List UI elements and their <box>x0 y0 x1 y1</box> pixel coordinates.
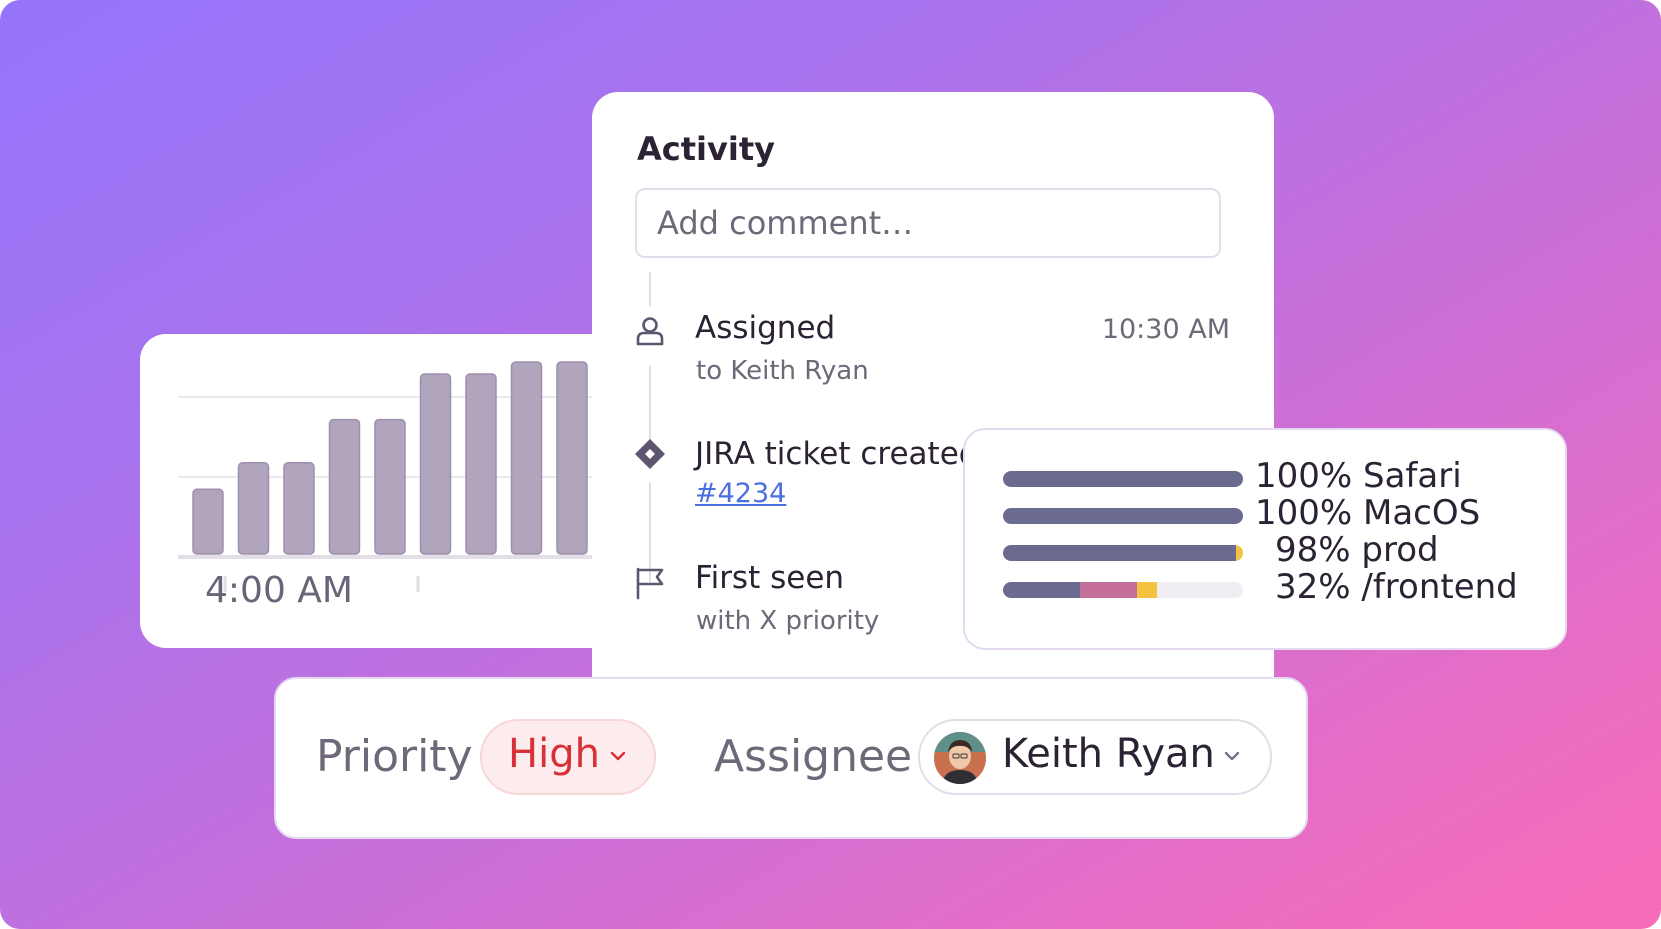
chart-bar <box>283 462 315 555</box>
timeline-connector <box>649 272 651 306</box>
assignee-value: Keith Ryan <box>1002 731 1215 777</box>
tag-bar-segment <box>1003 471 1243 487</box>
event-jira-title: JIRA ticket created <box>695 436 979 472</box>
chart-bar <box>192 488 224 555</box>
chart-x-tick-label: 4:00 AM <box>205 570 353 611</box>
chart-bar <box>328 418 361 555</box>
chevron-down-icon <box>610 751 626 761</box>
event-assigned-title: Assigned <box>695 310 836 346</box>
tag-bar-segment <box>1137 582 1157 598</box>
tag-label: 98% prod <box>1275 530 1439 570</box>
priority-dropdown[interactable]: High <box>480 719 656 795</box>
event-assigned-subtitle: to Keith Ryan <box>696 356 869 386</box>
tag-bar-segment <box>1235 545 1243 561</box>
tag-distribution-card: 100% Safari 100% MacOS 98% prod 32% /fro… <box>963 428 1567 650</box>
tag-bar-segment <box>1079 582 1138 598</box>
event-first-seen-subtitle: with X priority <box>696 606 880 636</box>
chart-bar <box>374 418 406 555</box>
chart-bar <box>510 361 543 555</box>
priority-value: High <box>508 731 600 777</box>
tag-distribution-bar <box>1003 545 1243 561</box>
assignee-dropdown[interactable]: Keith Ryan <box>918 719 1272 795</box>
tag-label: 100% MacOS <box>1255 493 1481 533</box>
chart-bar <box>465 373 497 555</box>
add-comment-input[interactable]: Add comment… <box>635 188 1221 258</box>
tag-label: 32% /frontend <box>1275 567 1518 607</box>
assignee-label: Assignee <box>714 731 913 782</box>
chart-bar <box>556 361 588 555</box>
jira-ticket-link[interactable]: #4234 <box>695 478 786 509</box>
issue-fields-bar: Priority High Assignee Keith Ryan <box>274 677 1308 839</box>
flag-icon <box>636 567 664 600</box>
tag-label: 100% Safari <box>1255 456 1462 496</box>
event-first-seen-title: First seen <box>695 560 845 596</box>
tag-distribution-bar <box>1003 471 1243 487</box>
priority-label: Priority <box>316 731 473 782</box>
chevron-down-icon <box>1224 751 1240 761</box>
tag-distribution-bar <box>1003 508 1243 524</box>
avatar <box>934 732 986 784</box>
chart-bar <box>419 373 452 555</box>
tag-bar-segment <box>1003 545 1236 561</box>
chart-bar <box>237 462 270 555</box>
tag-bar-segment <box>1003 582 1080 598</box>
background-canvas: 4:00 AM Activity Add comment… Assigned t… <box>0 0 1661 929</box>
user-icon <box>636 317 664 346</box>
tag-distribution-bar <box>1003 582 1243 598</box>
event-volume-chart <box>178 361 640 592</box>
jira-icon <box>635 439 665 469</box>
tag-bar-segment <box>1003 508 1243 524</box>
activity-title: Activity <box>637 130 775 168</box>
event-assigned-time: 10:30 AM <box>1101 314 1230 345</box>
